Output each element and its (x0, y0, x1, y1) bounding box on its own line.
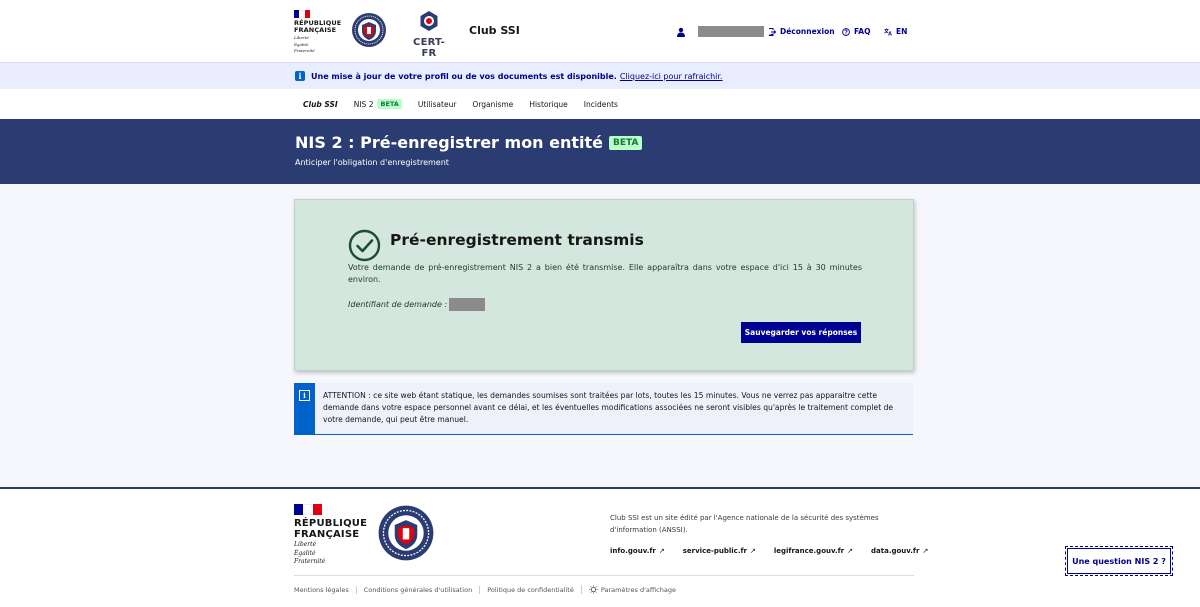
gov-motto-2: Égalité (294, 549, 316, 557)
logout-link[interactable]: Déconnexion (768, 27, 835, 36)
save-answers-button[interactable]: Sauvegarder vos réponses (741, 322, 861, 343)
cert-fr-logo[interactable]: CERT-FR (407, 10, 451, 59)
footer-link-confidentialite[interactable]: Politique de confidentialité (479, 585, 581, 594)
external-link-icon: ↗ (847, 547, 854, 555)
footer-divider (294, 575, 914, 576)
external-link-icon: ↗ (749, 547, 756, 555)
warning-callout: i ATTENTION : ce site web étant statique… (294, 383, 913, 435)
site-footer: RÉPUBLIQUE FRANÇAISE Liberté Égalité Fra… (0, 487, 1200, 607)
republique-francaise-logo[interactable]: RÉPUBLIQUE FRANÇAISE Liberté Égalité Fra… (294, 10, 341, 53)
link-label: data.gouv.fr (871, 547, 920, 555)
page-banner: NIS 2 : Pré-enregistrer mon entité BETA … (0, 119, 1200, 184)
request-id: Identifiant de demande : (348, 298, 486, 311)
gov-motto-2: Égalité (294, 41, 309, 47)
gov-name-line-1: RÉPUBLIQUE (294, 518, 368, 529)
warning-sidebar: i (294, 383, 315, 435)
nav-label: Club SSI (303, 99, 338, 109)
gov-name-line-2: FRANÇAISE (294, 529, 360, 540)
warning-text: ATTENTION : ce site web étant statique, … (323, 391, 894, 424)
anssi-seal-icon[interactable] (351, 12, 387, 48)
gov-name-line-2: FRANÇAISE (294, 26, 337, 34)
language-selector[interactable]: EN (884, 27, 907, 36)
footer-link-mentions-legales[interactable]: Mentions légales (294, 586, 356, 594)
redacted-request-id (449, 298, 486, 311)
check-circle-icon (348, 229, 381, 262)
notice-text: Une mise à jour de votre profil ou de vo… (311, 71, 617, 81)
language-label: EN (896, 27, 908, 36)
nav-label: Utilisateur (417, 99, 457, 109)
nav-item-club-ssi[interactable]: Club SSI (303, 100, 338, 109)
footer-links: info.gouv.fr ↗ service-public.fr ↗ legifra… (610, 547, 928, 555)
external-link-icon: ↗ (922, 547, 929, 555)
info-icon: i (299, 390, 310, 401)
info-icon: i (295, 71, 305, 81)
link-label: service-public.fr (682, 547, 747, 555)
footer-link-service-public[interactable]: service-public.fr ↗ (683, 547, 756, 555)
nav-label: Organisme (472, 99, 514, 109)
main-content: Pré-enregistrement transmis Votre demand… (0, 184, 1200, 487)
external-link-icon: ↗ (658, 547, 665, 555)
service-title[interactable]: Club SSI (469, 24, 520, 37)
gov-motto-3: Fraternité (294, 558, 326, 565)
question-circle-icon (842, 27, 850, 36)
logout-label: Déconnexion (780, 27, 835, 36)
page-title: NIS 2 : Pré-enregistrer mon entité BETA (295, 133, 1200, 152)
nis2-question-button[interactable]: Une question NIS 2 ? (1065, 546, 1173, 576)
cert-fr-emblem-icon (420, 11, 438, 31)
anssi-seal-icon[interactable] (377, 504, 435, 562)
nav-item-organisme[interactable]: Organisme (472, 100, 513, 109)
main-navigation: Club SSI NIS 2 BETA Utilisateur Organisme… (0, 89, 1200, 119)
footer-link-cgu[interactable]: Conditions générales d'utilisation (355, 585, 479, 594)
display-settings-label: Paramètres d'affichage (600, 585, 676, 594)
nav-item-utilisateur[interactable]: Utilisateur (418, 100, 457, 109)
link-label: legifrance.gouv.fr (773, 547, 845, 555)
success-title: Pré-enregistrement transmis (390, 231, 644, 249)
site-header: RÉPUBLIQUE FRANÇAISE Liberté Égalité Fra… (0, 0, 1200, 62)
translate-icon (884, 28, 892, 36)
footer-republique-francaise-logo[interactable]: RÉPUBLIQUE FRANÇAISE Liberté Égalité Fra… (294, 504, 367, 566)
footer-description: Club SSI est un site édité par l'Agence … (610, 514, 879, 534)
user-icon (677, 27, 685, 37)
refresh-link[interactable]: Cliquez-ici pour rafraichir. (620, 72, 723, 81)
page-title-text: NIS 2 : Pré-enregistrer mon entité (295, 133, 604, 152)
footer-bottom-links: Mentions légales Conditions générales d'… (294, 585, 683, 594)
french-flag-icon (294, 504, 322, 515)
cert-fr-label: CERT-FR (413, 37, 445, 59)
footer-link-display-settings[interactable]: Paramètres d'affichage (580, 585, 683, 594)
user-account[interactable] (676, 26, 764, 37)
gov-motto-1: Liberté (294, 541, 317, 548)
beta-badge: BETA (609, 135, 643, 150)
nav-label: Incidents (583, 99, 618, 109)
nav-label: Historique (529, 99, 568, 109)
nav-item-nis2[interactable]: NIS 2 BETA (354, 99, 402, 109)
page-subtitle: Anticiper l'obligation d'enregistrement (295, 158, 449, 167)
gov-motto-3: Fraternité (294, 48, 315, 53)
success-panel: Pré-enregistrement transmis Votre demand… (294, 199, 914, 371)
nav-item-incidents[interactable]: Incidents (584, 100, 618, 109)
redacted-user-name (698, 26, 764, 37)
footer-link-legifrance[interactable]: legifrance.gouv.fr ↗ (774, 547, 853, 555)
faq-link[interactable]: FAQ (842, 27, 870, 36)
request-id-label: Identifiant de demande : (348, 300, 448, 309)
nav-item-historique[interactable]: Historique (529, 100, 567, 109)
footer-link-data-gouv[interactable]: data.gouv.fr ↗ (871, 547, 928, 555)
nav-label: NIS 2 (353, 99, 374, 109)
logout-icon (768, 27, 776, 36)
faq-label: FAQ (854, 27, 871, 36)
gov-motto-1: Liberté (294, 35, 309, 40)
success-message: Votre demande de pré-enregistrement NIS … (348, 263, 862, 284)
update-notice: i Une mise à jour de votre profil ou de … (0, 62, 1200, 89)
footer-link-info-gouv[interactable]: info.gouv.fr ↗ (610, 547, 665, 555)
french-flag-icon (294, 10, 310, 18)
sun-moon-icon (589, 585, 598, 594)
beta-badge: BETA (377, 99, 402, 109)
link-label: info.gouv.fr (610, 547, 656, 555)
